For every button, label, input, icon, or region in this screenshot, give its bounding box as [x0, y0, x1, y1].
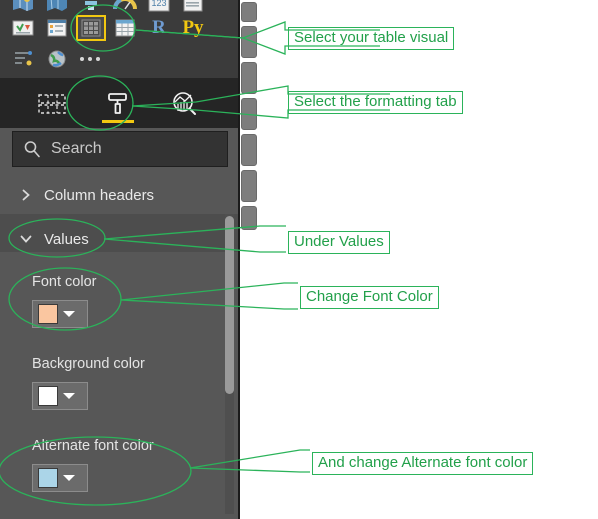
edge-toolbar-button[interactable]	[241, 170, 257, 202]
edge-toolbar-button[interactable]	[241, 134, 257, 166]
gallery-row-2: R Py	[10, 15, 206, 41]
chevron-down-icon[interactable]	[63, 311, 75, 317]
globe-map-icon[interactable]	[44, 0, 70, 14]
font-color-label: Font color	[32, 274, 97, 290]
column-headers-label: Column headers	[44, 186, 155, 204]
edge-toolbar-button[interactable]	[241, 2, 257, 22]
property-alternate-font-color: Alternate font color	[32, 438, 154, 492]
sidebar-item-values[interactable]: Values	[0, 226, 238, 252]
annotation-label-select-formatting-tab: Select the formatting tab	[288, 91, 463, 114]
screenshot-root: 123 R Py Search Column headers Values Fo…	[0, 0, 598, 519]
background-color-label: Background color	[32, 356, 145, 372]
tab-fields[interactable]	[30, 82, 74, 126]
background-color-swatch	[38, 386, 58, 406]
chevron-right-icon	[22, 189, 30, 201]
annotation-label-change-font-color: Change Font Color	[300, 286, 439, 309]
chevron-down-icon[interactable]	[63, 475, 75, 481]
alternate-font-color-label: Alternate font color	[32, 438, 154, 454]
gauge-icon[interactable]	[112, 0, 138, 14]
search-icon	[24, 141, 40, 158]
tab-format-selected-indicator	[102, 120, 134, 123]
search-input[interactable]: Search	[12, 131, 228, 167]
search-placeholder: Search	[51, 140, 102, 157]
annotation-label-under-values: Under Values	[288, 231, 390, 254]
fields-table-icon	[38, 94, 66, 114]
arcgis-map-icon[interactable]	[44, 48, 70, 70]
values-label: Values	[44, 230, 89, 248]
font-color-picker-button[interactable]	[32, 300, 88, 328]
more-options-icon[interactable]	[78, 48, 100, 70]
analytics-magnifier-icon	[173, 92, 196, 115]
edge-toolbar-button[interactable]	[241, 206, 257, 230]
property-background-color: Background color	[32, 356, 145, 410]
funnel-icon[interactable]	[78, 0, 104, 14]
format-pane-scrollbar-thumb[interactable]	[225, 216, 234, 394]
kpi-icon[interactable]	[10, 17, 36, 39]
python-script-icon[interactable]: Py	[180, 17, 206, 39]
edge-toolbar-strip	[240, 0, 257, 232]
svg-text:123: 123	[151, 0, 166, 8]
visualizations-pane: 123 R Py Search Column headers Values Fo…	[0, 0, 240, 519]
matrix-icon[interactable]	[112, 17, 138, 39]
font-color-swatch	[38, 304, 58, 324]
pane-tab-strip	[0, 78, 238, 128]
tab-analytics[interactable]	[162, 82, 206, 126]
annotation-label-change-alternate-font-color: And change Alternate font color	[312, 452, 534, 475]
edge-toolbar-button[interactable]	[241, 62, 257, 94]
card-number-icon[interactable]: 123	[146, 0, 172, 14]
gallery-row-1: 123	[10, 0, 206, 14]
r-script-icon[interactable]: R	[146, 17, 172, 39]
multi-row-card-icon[interactable]	[180, 0, 206, 14]
sidebar-item-column-headers[interactable]: Column headers	[0, 182, 238, 208]
chevron-down-icon[interactable]	[63, 393, 75, 399]
alternate-font-color-picker-button[interactable]	[32, 464, 88, 492]
visualizations-gallery: 123 R Py	[0, 0, 238, 78]
property-font-color: Font color	[32, 274, 96, 328]
tab-format[interactable]	[96, 82, 140, 126]
r-script-label: R	[152, 17, 166, 38]
alternate-font-color-swatch	[38, 468, 58, 488]
annotation-label-select-table-visual: Select your table visual	[288, 27, 455, 50]
gallery-row-3	[10, 48, 100, 70]
map-filled-icon[interactable]	[10, 0, 36, 14]
python-script-label: Py	[182, 17, 204, 38]
edge-toolbar-button[interactable]	[241, 26, 257, 58]
chevron-down-icon	[20, 235, 32, 243]
background-color-picker-button[interactable]	[32, 382, 88, 410]
edge-toolbar-button[interactable]	[241, 98, 257, 130]
key-influencers-icon[interactable]	[10, 48, 36, 70]
slicer-icon[interactable]	[44, 17, 70, 39]
table-icon[interactable]	[76, 15, 106, 41]
paint-roller-icon	[108, 93, 127, 114]
